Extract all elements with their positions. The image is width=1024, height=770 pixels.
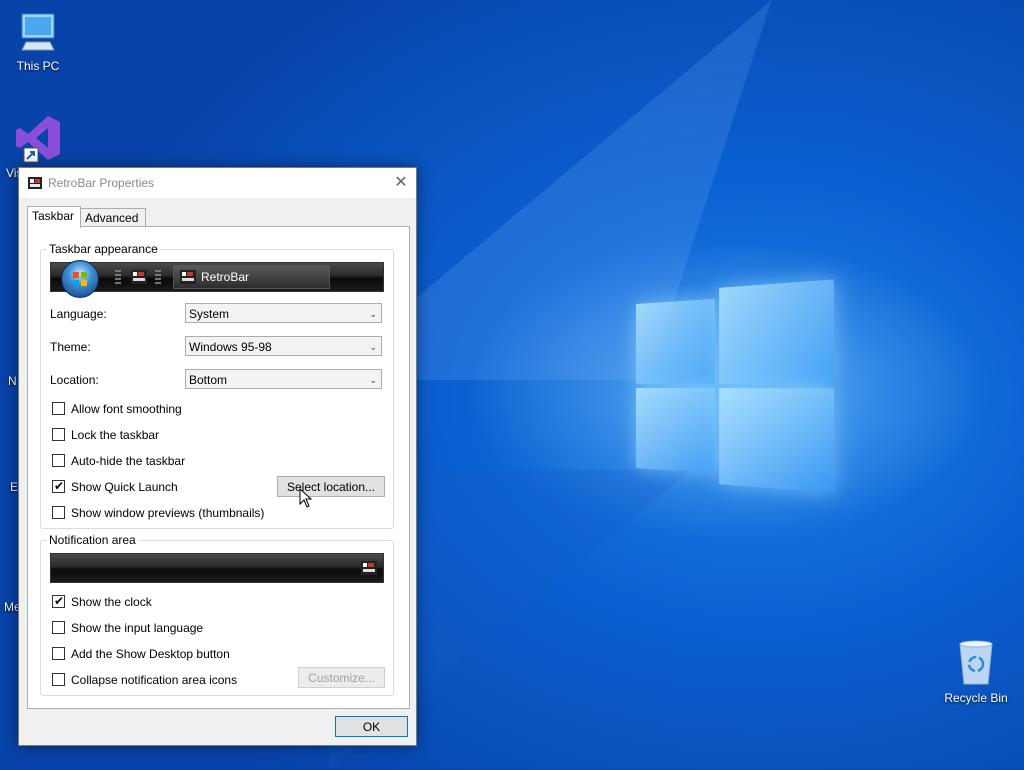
desktop-icon-label-fragment: N xyxy=(8,374,17,388)
taskbar-tab-panel: Taskbar appearance RetroBar Language: Sy… xyxy=(27,226,410,709)
recycle-bin-icon xyxy=(959,640,993,685)
taskbar-appearance-group: Taskbar appearance RetroBar Language: Sy… xyxy=(40,242,394,529)
theme-label: Theme: xyxy=(50,340,91,354)
chevron-down-icon: ⌄ xyxy=(369,309,377,319)
tab-advanced[interactable]: Advanced xyxy=(80,208,146,227)
desktop-icon-this-pc[interactable]: This PC xyxy=(0,10,76,73)
checkmark-icon: ✔ xyxy=(54,479,65,493)
notification-area-preview xyxy=(50,553,384,583)
retrobar-properties-dialog: RetroBar Properties ✕ Taskbar Advanced T… xyxy=(18,167,417,746)
toolbar-grip xyxy=(115,270,121,284)
computer-icon xyxy=(21,13,55,51)
windows-logo xyxy=(636,275,836,496)
desktop-icon-label-fragment: E xyxy=(10,480,19,494)
taskbar-preview: RetroBar xyxy=(50,260,384,298)
title-bar[interactable]: RetroBar Properties ✕ xyxy=(19,168,416,198)
visual-studio-icon xyxy=(16,116,60,163)
language-select[interactable]: System ⌄ xyxy=(185,303,382,323)
location-label: Location: xyxy=(50,373,99,387)
dialog-title: RetroBar Properties xyxy=(48,176,155,190)
retrobar-app-icon xyxy=(180,270,196,284)
group-title: Taskbar appearance xyxy=(47,242,160,256)
quick-launch-retrobar-icon xyxy=(131,270,147,284)
theme-select[interactable]: Windows 95-98 ⌄ xyxy=(185,336,382,356)
start-orb-icon xyxy=(61,260,99,298)
ok-button[interactable]: OK xyxy=(335,716,408,737)
retrobar-app-icon xyxy=(28,177,42,189)
notification-area-group: Notification area ✔ Show the clock Show … xyxy=(40,533,394,696)
select-location-button[interactable]: Select location... xyxy=(277,476,385,497)
close-button[interactable]: ✕ xyxy=(386,168,416,198)
language-label: Language: xyxy=(50,307,107,321)
taskbar-button-retrobar: RetroBar xyxy=(173,265,330,289)
group-title: Notification area xyxy=(47,533,138,547)
customize-button[interactable]: Customize... xyxy=(298,667,385,688)
mouse-cursor-icon xyxy=(299,488,313,508)
location-select[interactable]: Bottom ⌄ xyxy=(185,369,382,389)
chevron-down-icon: ⌄ xyxy=(369,342,377,352)
desktop-icon-visual-studio[interactable]: Vis xyxy=(0,112,76,180)
checkmark-icon: ✔ xyxy=(54,594,65,608)
tray-retrobar-icon xyxy=(361,561,377,575)
chevron-down-icon: ⌄ xyxy=(369,375,377,385)
tab-taskbar[interactable]: Taskbar xyxy=(27,206,81,228)
desktop-icon-recycle-bin[interactable]: Recycle Bin xyxy=(940,638,1012,705)
toolbar-grip xyxy=(155,270,161,284)
close-icon: ✕ xyxy=(394,174,408,191)
